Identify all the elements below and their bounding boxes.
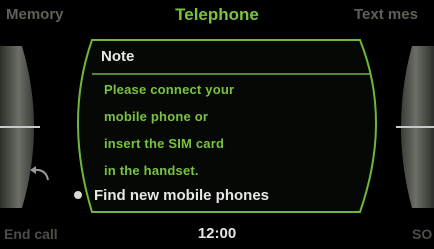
- bottom-right-softkey[interactable]: SO: [412, 226, 432, 242]
- message-line-2: mobile phone or: [104, 109, 209, 124]
- dialog-title: Note: [101, 48, 135, 65]
- bullet-dot-icon: [74, 191, 82, 199]
- back-arrow-icon[interactable]: [24, 164, 52, 184]
- message-line-1: Please connect your: [104, 82, 235, 97]
- message-line-3: insert the SIM card: [104, 136, 225, 151]
- message-line-4: in the handset.: [104, 163, 199, 178]
- note-dialog-frame: [77, 39, 377, 213]
- find-new-phones-option[interactable]: Find new mobile phones: [70, 185, 370, 209]
- find-new-phones-label: Find new mobile phones: [94, 187, 270, 204]
- clock-time: 12:00: [197, 225, 237, 242]
